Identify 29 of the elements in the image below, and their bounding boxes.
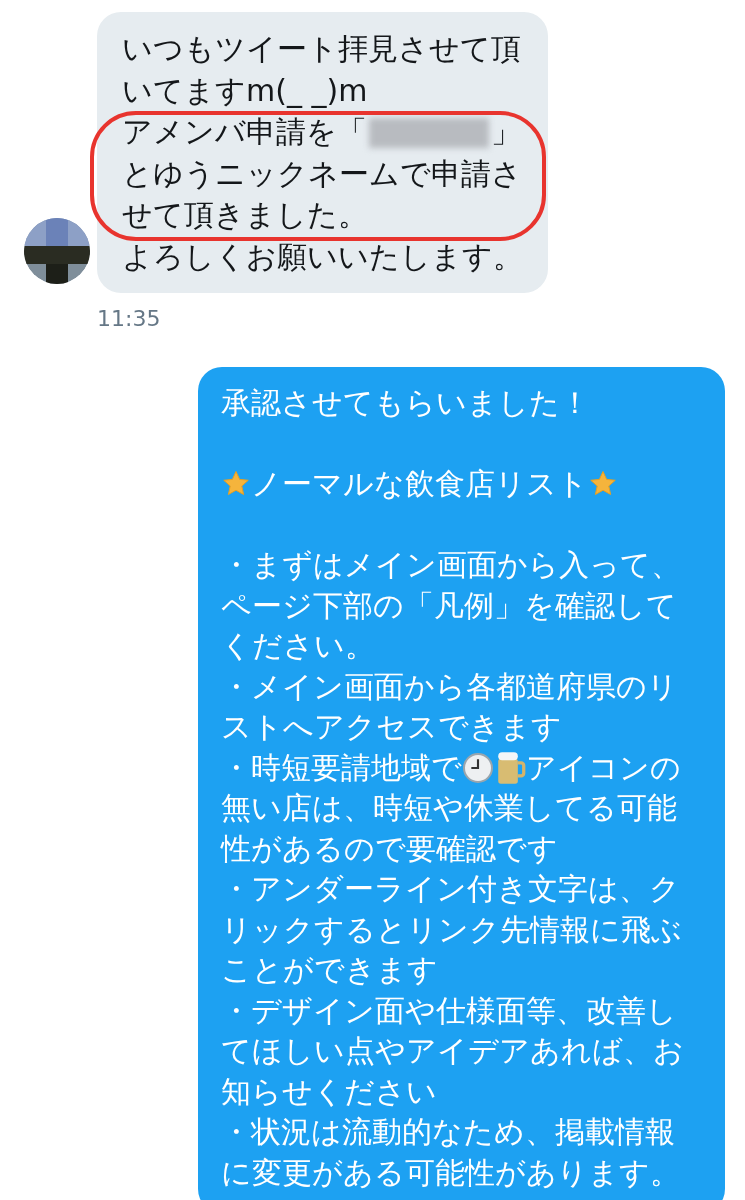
message-text: ・メイン画面から各都道府県のリ [221,667,679,706]
message-text: に変更がある可能性があります。 [221,1153,681,1192]
message-text: 知らせください [221,1072,438,1111]
message-text: いつもツイート拝見させて頂 [122,30,522,68]
message-text: せて頂きました。 [122,196,369,234]
message-text: てほしい点やアイデアあれば、お [221,1032,685,1070]
message-text: ・まずはメイン画面から入って、 [221,546,682,584]
message-text: 性があるので要確認です [221,829,559,868]
message-time: 11:35 [96,305,162,333]
message-text: ・アンダーライン付き文字は、ク [221,870,681,908]
message-text: ノーマルな飲食店リスト [251,466,588,501]
message-text: 承認させてもらいました！ [221,384,591,422]
message-text: ・状況は流動的なため、掲載情報 [221,1113,676,1151]
message-text: ・デザイン面や仕様面等、改善し [221,991,678,1030]
message-text: ストへアクセスできます [221,708,563,746]
message-text: ください。 [221,627,376,665]
avatar [24,218,90,284]
message-text: 」 [491,114,521,149]
message-text: ・時短要請地域で [221,749,462,785]
clock-icon [462,751,494,784]
message-text: アイコンの [526,749,681,785]
message-text: ことができます [221,951,439,989]
message-text: 無い店は、時短や休業してる可能 [221,789,678,827]
message-text: よろしくお願いいたします。 [122,237,524,276]
message-text: アメンバ申請を「 [122,114,367,149]
message-text: ページ下部の「凡例」を確認して [221,586,678,625]
message-text: とゆうニックネームで申請さ [122,154,523,193]
message-text: リックするとリンク先情報に飛ぶ [221,910,683,949]
message-text: いてますm(_ _)m [122,71,369,110]
